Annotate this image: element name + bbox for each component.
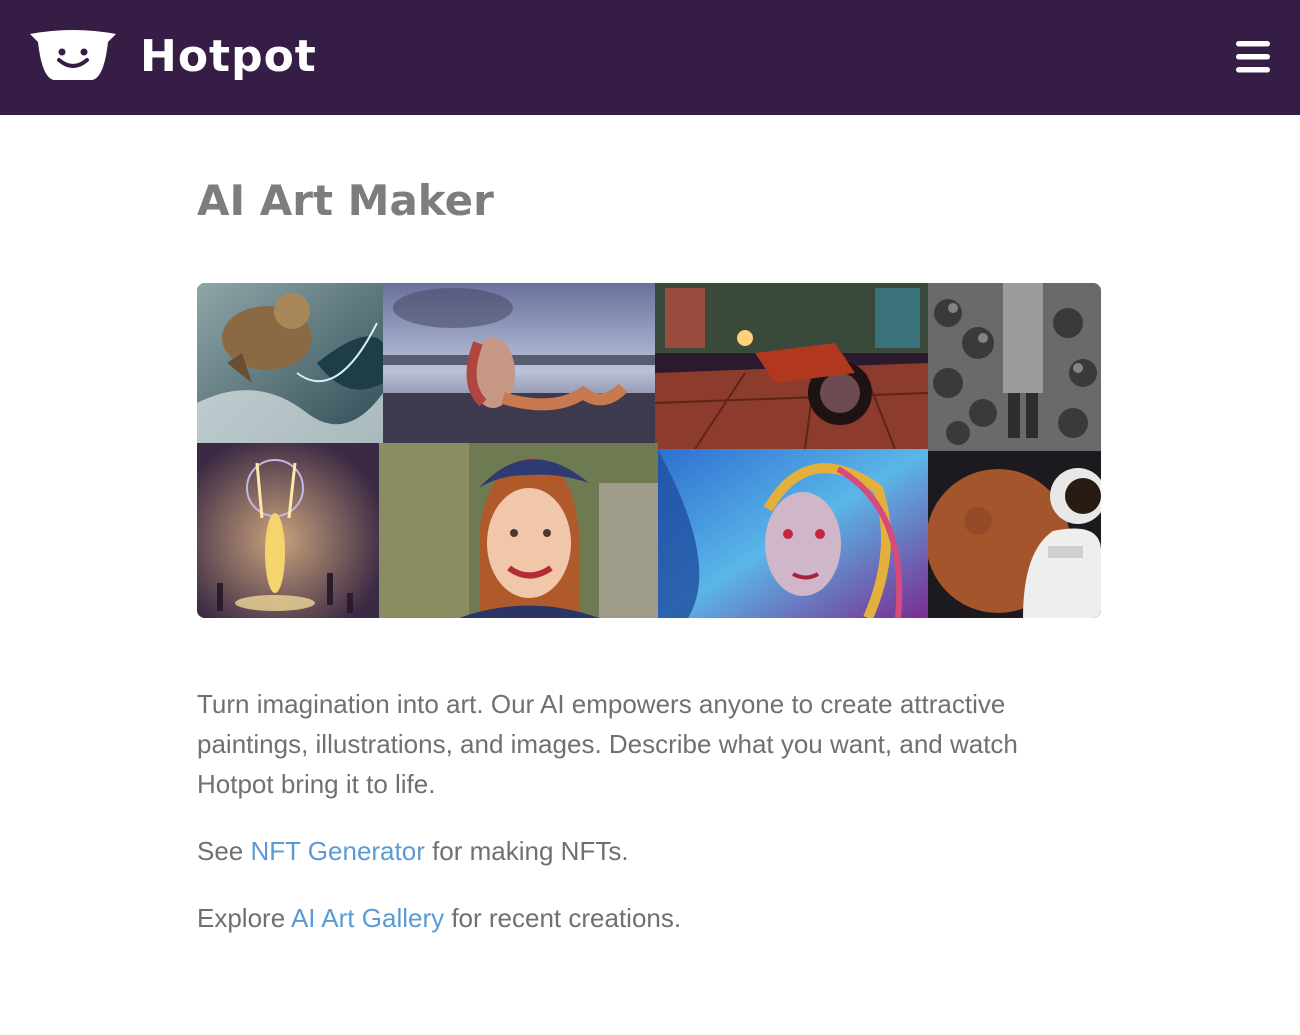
intro-paragraph: Turn imagination into art. Our AI empowe… [197, 689, 1018, 799]
astronaut-near-mars-art [928, 451, 1101, 618]
home-link[interactable]: Hotpot [28, 28, 317, 84]
gallery-paragraph: Explore AI Art Gallery for recent creati… [197, 898, 1077, 938]
intro-section: Turn imagination into art. Our AI empowe… [197, 684, 1077, 965]
glowing-ritual-figure-art [197, 443, 379, 618]
nft-generator-link[interactable]: NFT Generator [251, 836, 425, 866]
hamburger-menu-icon[interactable] [1234, 38, 1272, 76]
ai-art-gallery-link[interactable]: AI Art Gallery [291, 903, 444, 933]
nft-text-before: See [197, 836, 251, 866]
top-navigation-bar: Hotpot [0, 0, 1300, 115]
brand-name: Hotpot [140, 30, 317, 82]
neon-motorcycle-street-art [655, 283, 928, 449]
smiling-woman-beret-portrait [379, 443, 658, 618]
werewolf-wave-art [197, 283, 383, 443]
gallery-text-before: Explore [197, 903, 291, 933]
colorful-fantasy-woman-art [658, 449, 928, 618]
page-title: AI Art Maker [197, 176, 494, 225]
black-and-white-soldier-photo [928, 283, 1101, 451]
nft-text-after: for making NFTs. [424, 836, 629, 866]
nft-paragraph: See NFT Generator for making NFTs. [197, 831, 1077, 871]
hotpot-smile-logo-icon [30, 30, 116, 80]
gallery-text-after: for recent creations. [444, 903, 682, 933]
mermaid-on-pier-art [383, 283, 655, 443]
art-collage [197, 283, 1101, 618]
